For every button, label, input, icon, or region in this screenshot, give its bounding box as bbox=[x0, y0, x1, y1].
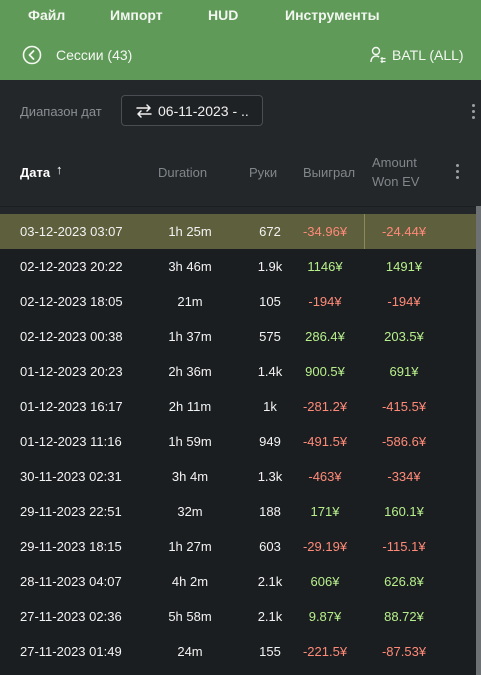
cell-date: 01-12-2023 20:23 bbox=[20, 364, 123, 379]
menu-import[interactable]: Импорт bbox=[110, 7, 163, 23]
cell-won: -29.19¥ bbox=[302, 539, 348, 554]
table-row[interactable]: 02-12-2023 20:22 3h 46m 1.9k 1146¥ 1491¥ bbox=[0, 249, 476, 284]
cell-date: 02-12-2023 20:22 bbox=[20, 259, 123, 274]
menu-hud[interactable]: HUD bbox=[208, 7, 238, 23]
cell-won-ev: 88.72¥ bbox=[384, 609, 424, 624]
cell-date: 03-12-2023 03:07 bbox=[20, 224, 123, 239]
cell-duration: 1h 37m bbox=[168, 329, 212, 344]
cell-duration: 5h 58m bbox=[168, 609, 212, 624]
column-date[interactable]: Дата bbox=[20, 165, 50, 180]
column-resize-divider[interactable] bbox=[364, 214, 365, 249]
cell-date: 27-11-2023 01:49 bbox=[20, 644, 122, 659]
cell-won: -194¥ bbox=[308, 294, 342, 309]
cell-won-ev: 203.5¥ bbox=[384, 329, 424, 344]
cell-won: 171¥ bbox=[310, 504, 340, 519]
cell-duration: 32m bbox=[177, 504, 203, 519]
cell-won-ev: -87.53¥ bbox=[381, 644, 427, 659]
cell-won: -34.96¥ bbox=[302, 224, 348, 239]
column-amount-won-ev-line2[interactable]: Won EV bbox=[372, 174, 419, 189]
cell-date: 01-12-2023 16:17 bbox=[20, 399, 123, 414]
cell-duration: 4h 2m bbox=[171, 574, 209, 589]
cell-won: 900.5¥ bbox=[305, 364, 345, 379]
cell-won: -281.2¥ bbox=[302, 399, 348, 414]
table-header: Дата ↑ Duration Руки Выиграл Amount Won … bbox=[0, 140, 481, 207]
table-row[interactable]: 27-11-2023 02:36 5h 58m 2.1k 9.87¥ 88.72¥ bbox=[0, 599, 476, 634]
cell-won-ev: 1491¥ bbox=[385, 259, 423, 274]
cell-won: 606¥ bbox=[310, 574, 340, 589]
menu-file[interactable]: Файл bbox=[28, 7, 65, 23]
column-hands[interactable]: Руки bbox=[249, 165, 277, 180]
cell-won-ev: 691¥ bbox=[389, 364, 419, 379]
cell-date: 01-12-2023 11:16 bbox=[20, 434, 122, 449]
cell-duration: 1h 59m bbox=[168, 434, 212, 449]
cell-date: 28-11-2023 04:07 bbox=[20, 574, 122, 589]
sessions-table-body: 03-12-2023 03:07 1h 25m 672 -34.96¥ -24.44¥ 0… bbox=[0, 214, 476, 675]
cell-won-ev: -415.5¥ bbox=[381, 399, 427, 414]
table-row[interactable]: 30-11-2023 02:31 3h 4m 1.3k -463¥ -334¥ bbox=[0, 459, 476, 494]
player-selector[interactable]: BATL (ALL) bbox=[392, 47, 464, 63]
cell-won: -221.5¥ bbox=[302, 644, 348, 659]
cell-won: 286.4¥ bbox=[305, 329, 345, 344]
table-row[interactable]: 29-11-2023 18:15 1h 27m 603 -29.19¥ -115.1¥ bbox=[0, 529, 476, 564]
cell-duration: 2h 11m bbox=[168, 399, 212, 414]
cell-date: 02-12-2023 18:05 bbox=[20, 294, 123, 309]
cell-duration: 3h 4m bbox=[171, 469, 209, 484]
swap-arrows-icon bbox=[136, 104, 152, 118]
cell-won-ev: -586.6¥ bbox=[381, 434, 427, 449]
cell-won: -463¥ bbox=[308, 469, 342, 484]
cell-date: 02-12-2023 00:38 bbox=[20, 329, 123, 344]
cell-duration: 1h 25m bbox=[168, 224, 212, 239]
column-won[interactable]: Выиграл bbox=[303, 165, 355, 180]
cell-date: 30-11-2023 02:31 bbox=[20, 469, 122, 484]
cell-won-ev: -194¥ bbox=[387, 294, 421, 309]
column-options-icon[interactable] bbox=[456, 164, 460, 180]
cell-won-ev: -334¥ bbox=[387, 469, 421, 484]
cell-duration: 1h 27m bbox=[168, 539, 212, 554]
menu-tools[interactable]: Инструменты bbox=[285, 7, 380, 23]
cell-date: 27-11-2023 02:36 bbox=[20, 609, 122, 624]
cell-duration: 21m bbox=[177, 294, 203, 309]
cell-won-ev: -115.1¥ bbox=[382, 539, 426, 554]
column-duration[interactable]: Duration bbox=[158, 165, 207, 180]
table-row[interactable]: 01-12-2023 11:16 1h 59m 949 -491.5¥ -586.6¥ bbox=[0, 424, 476, 459]
cell-duration: 2h 36m bbox=[168, 364, 212, 379]
back-arrow-circle-icon[interactable] bbox=[22, 45, 42, 65]
scrollbar-thumb[interactable] bbox=[476, 206, 481, 675]
cell-date: 29-11-2023 22:51 bbox=[20, 504, 122, 519]
cell-won-ev: -24.44¥ bbox=[381, 224, 427, 239]
sort-ascending-icon[interactable]: ↑ bbox=[56, 162, 63, 177]
cell-won-ev: 160.1¥ bbox=[384, 504, 424, 519]
cell-date: 29-11-2023 18:15 bbox=[20, 539, 122, 554]
filter-toolbar: Диапазон дат 06-11-2023 - .. bbox=[0, 80, 481, 140]
column-amount-won-ev-line1[interactable]: Amount bbox=[372, 155, 417, 170]
cell-duration: 3h 46m bbox=[168, 259, 212, 274]
sessions-title: Сессии (43) bbox=[56, 47, 133, 63]
table-row[interactable]: 01-12-2023 20:23 2h 36m 1.4k 900.5¥ 691¥ bbox=[0, 354, 476, 389]
date-range-label: Диапазон дат bbox=[20, 104, 102, 119]
table-row[interactable]: 29-11-2023 22:51 32m 188 171¥ 160.1¥ bbox=[0, 494, 476, 529]
table-row[interactable]: 01-12-2023 16:17 2h 11m 1k -281.2¥ -415.5¥ bbox=[0, 389, 476, 424]
cell-won: 1146¥ bbox=[307, 259, 343, 274]
table-row[interactable]: 02-12-2023 18:05 21m 105 -194¥ -194¥ bbox=[0, 284, 476, 319]
date-range-button[interactable]: 06-11-2023 - .. bbox=[121, 95, 263, 126]
sessions-header: Сессии (43) BATL (ALL) bbox=[0, 32, 481, 80]
table-row[interactable]: 03-12-2023 03:07 1h 25m 672 -34.96¥ -24.44¥ bbox=[0, 214, 476, 249]
date-range-value: 06-11-2023 - .. bbox=[158, 103, 249, 119]
cell-won-ev: 626.8¥ bbox=[384, 574, 424, 589]
table-row[interactable]: 28-11-2023 04:07 4h 2m 2.1k 606¥ 626.8¥ bbox=[0, 564, 476, 599]
more-vertical-icon[interactable] bbox=[472, 104, 476, 120]
cell-won: -491.5¥ bbox=[302, 434, 348, 449]
table-row[interactable]: 27-11-2023 01:49 24m 155 -221.5¥ -87.53¥ bbox=[0, 634, 476, 669]
menu-bar: Файл Импорт HUD Инструменты bbox=[0, 0, 481, 32]
user-settings-icon[interactable] bbox=[370, 46, 386, 64]
cell-duration: 24m bbox=[177, 644, 203, 659]
table-row[interactable]: 02-12-2023 00:38 1h 37m 575 286.4¥ 203.5¥ bbox=[0, 319, 476, 354]
cell-won: 9.87¥ bbox=[308, 609, 342, 624]
